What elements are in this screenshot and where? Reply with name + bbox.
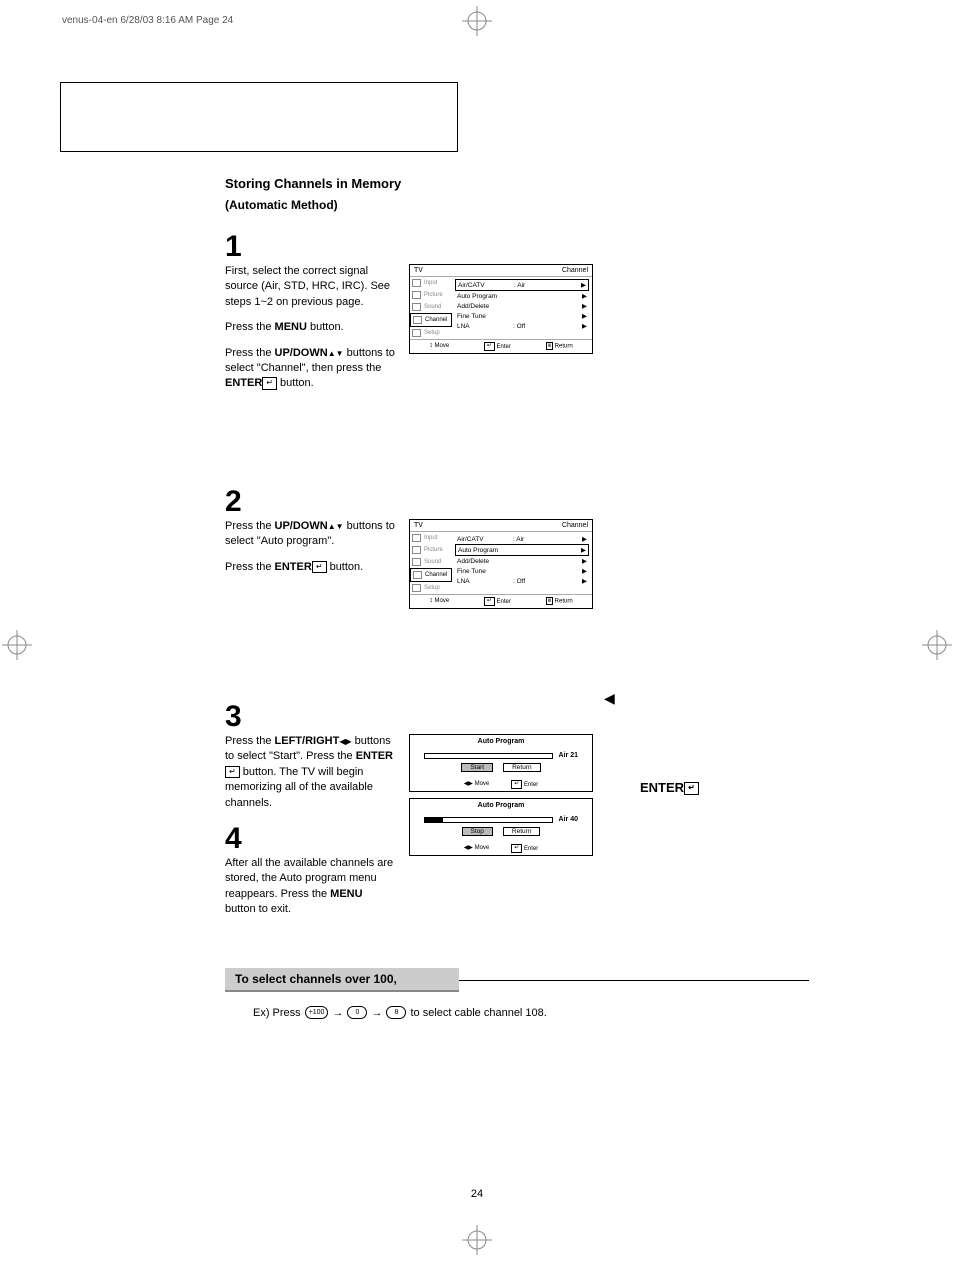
step-number: 1: [225, 230, 825, 264]
enter-icon: ↵: [225, 766, 240, 778]
step-number: 2: [225, 485, 825, 519]
step-1-p1: First, select the correct signal source …: [225, 264, 395, 310]
registration-mark-bottom: [462, 1225, 492, 1258]
osd-row-finetune: Fine Tune▶: [455, 566, 589, 576]
step-1-p3: Press the UP/DOWN buttons to select "Cha…: [225, 346, 395, 392]
osd-row-adddelete: Add/Delete▶: [455, 556, 589, 566]
step-number: 3: [225, 700, 825, 734]
auto-program-title: Auto Program: [410, 735, 592, 748]
osd-sidebar: Input Picture Sound Channel Setup: [410, 277, 452, 339]
down-arrow-icon: [336, 520, 344, 532]
osd-row-aircatv: Air/CATV: Air▶: [455, 279, 589, 291]
enter-icon: ↵: [262, 377, 277, 389]
current-channel: Air 21: [559, 752, 578, 759]
step-4-text: After all the available channels are sto…: [225, 856, 395, 918]
channel-icon: [413, 316, 422, 324]
osd-footer: ↕ Move ↵ Enter Ⅲ Return: [410, 340, 592, 353]
plus100-button-icon: +100: [305, 1006, 329, 1019]
sound-icon: [412, 303, 421, 311]
osd-tv-label: TV: [414, 267, 423, 274]
input-icon: [412, 279, 421, 287]
enter-icon: ↵: [684, 782, 699, 794]
osd-footer: ↕ Move ↵ Enter Ⅲ Return: [410, 595, 592, 608]
osd-row-autoprogram: Auto Program▶: [455, 291, 589, 301]
osd-section-label: Channel: [562, 267, 588, 274]
step-4: 4 After all the available channels are s…: [225, 822, 825, 918]
up-arrow-icon: [328, 347, 336, 359]
osd-main: Air/CATV: Air▶ Auto Program▶ Add/Delete▶…: [452, 277, 592, 339]
osd-row-finetune: Fine Tune▶: [455, 311, 589, 321]
print-slug: venus-04-en 6/28/03 8:16 AM Page 24: [62, 15, 233, 26]
input-icon: [412, 534, 421, 542]
channel-icon: [413, 571, 422, 579]
progress-bar: [424, 753, 553, 759]
down-arrow-icon: [336, 347, 344, 359]
section-subheading: (Automatic Method): [225, 198, 338, 212]
select-channels-over-100: To select channels over 100, Ex) Press +…: [225, 968, 809, 1019]
osd-main: Air/CATV: Air▶ Auto Program▶ Add/Delete▶…: [452, 532, 592, 594]
subsection-title: To select channels over 100,: [225, 968, 459, 992]
page-number: 24: [471, 1188, 483, 1200]
osd-tv-label: TV: [414, 522, 423, 529]
osd-row-autoprogram: Auto Program▶: [455, 544, 589, 556]
section-heading: Storing Channels in Memory: [225, 176, 401, 191]
step-number: 4: [225, 822, 825, 856]
registration-mark-right: [922, 630, 952, 663]
return-button: Return: [503, 763, 541, 772]
step-2-p1: Press the UP/DOWN buttons to select "Aut…: [225, 519, 395, 550]
step-3-p1: Press the LEFT/RIGHT buttons to select "…: [225, 734, 395, 811]
start-button: Start: [461, 763, 493, 772]
osd-sidebar: Input Picture Sound Channel Setup: [410, 532, 452, 594]
osd-section-label: Channel: [562, 522, 588, 529]
divider-line: [459, 980, 809, 981]
step-3-text: Press the LEFT/RIGHT buttons to select "…: [225, 734, 395, 811]
step-1-text: First, select the correct signal source …: [225, 264, 395, 392]
enter-icon: ↵: [484, 597, 495, 606]
up-arrow-icon: [328, 520, 336, 532]
step-2-p2: Press the ENTER↵ button.: [225, 560, 395, 575]
auto-program-footer: ◀▶ Move ↵ Enter: [410, 778, 592, 791]
enter-icon: ↵: [484, 342, 495, 351]
return-icon: Ⅲ: [546, 342, 553, 350]
left-arrow-icon: ◀: [604, 690, 615, 707]
step-1-p2: Press the MENU button.: [225, 320, 395, 335]
registration-mark-top: [462, 6, 492, 39]
registration-mark-left: [2, 630, 32, 663]
title-placeholder-box: [60, 82, 458, 152]
enter-icon: ↵: [312, 561, 327, 573]
step-2: 2 Press the UP/DOWN buttons to select "A…: [225, 485, 825, 609]
step-4-p1: After all the available channels are sto…: [225, 856, 395, 918]
picture-icon: [412, 291, 421, 299]
setup-icon: [412, 329, 421, 337]
picture-icon: [412, 546, 421, 554]
osd-row-lna: LNA: Off▶: [455, 321, 589, 331]
osd-row-lna: LNA: Off▶: [455, 576, 589, 586]
enter-label-side: ENTER↵: [640, 780, 699, 795]
step-1: 1 First, select the correct signal sourc…: [225, 230, 825, 392]
osd-screenshot-2: TV Channel Input Picture Sound Channel S…: [409, 519, 593, 609]
example-text: Ex) Press +100 → 0 → 8 to select cable c…: [225, 992, 809, 1019]
return-icon: Ⅲ: [546, 597, 553, 605]
auto-program-screenshot-1: Auto Program Air 21 Start Return ◀▶ Move: [409, 734, 593, 792]
step-2-text: Press the UP/DOWN buttons to select "Aut…: [225, 519, 395, 575]
osd-row-aircatv: Air/CATV: Air▶: [455, 534, 589, 544]
digit-0-button-icon: 0: [347, 1006, 367, 1019]
osd-row-adddelete: Add/Delete▶: [455, 301, 589, 311]
setup-icon: [412, 584, 421, 592]
sound-icon: [412, 558, 421, 566]
osd-screenshot-1: TV Channel Input Picture Sound Channel S…: [409, 264, 593, 354]
digit-8-button-icon: 8: [386, 1006, 406, 1019]
enter-icon: ↵: [511, 780, 522, 789]
auto-program-title: Auto Program: [410, 799, 592, 812]
